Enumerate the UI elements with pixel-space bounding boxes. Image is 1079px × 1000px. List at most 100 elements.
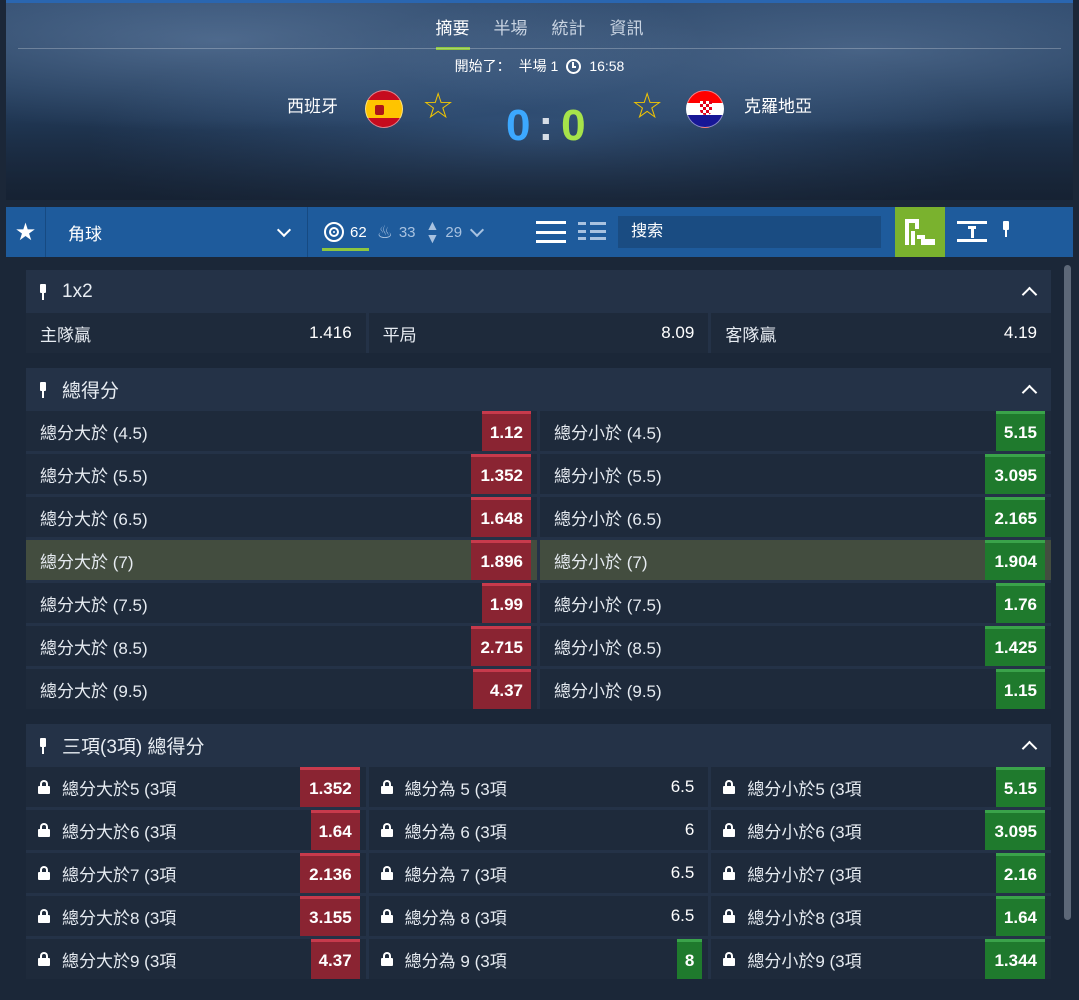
lock-icon (380, 952, 393, 966)
tab-half[interactable]: 半場 (494, 14, 528, 50)
selection-over-locked[interactable]: 總分大於9 (3項 4.37 (26, 939, 366, 979)
clock-icon (566, 58, 582, 74)
market-row: 總分大於 (5.5) 1.352 總分小於 (5.5) 3.095 (26, 454, 1051, 494)
pin-icon[interactable] (1001, 219, 1011, 245)
selection-over-locked[interactable]: 總分大於8 (3項 3.155 (26, 896, 366, 936)
panel-title: 1x2 (62, 280, 93, 302)
selection-label: 總分小於 (8.5) (554, 638, 662, 658)
market-row: 總分大於 (4.5) 1.12 總分小於 (4.5) 5.15 (26, 411, 1051, 451)
spain-flag-icon (365, 90, 403, 128)
lock-icon (723, 909, 736, 923)
odds-value: 1.99 (481, 583, 531, 623)
selection-label: 總分大於 (8.5) (40, 638, 148, 658)
panel-header[interactable]: 1x2 (26, 270, 1051, 313)
odds-value: 6.5 (670, 906, 695, 925)
match-header: 摘要 半場 統計 資訊 開始了： 半場 1 16:58 西班牙 ☆ 0:0 ☆ … (6, 0, 1073, 200)
filter-hot[interactable]: ♨ 33 (377, 207, 416, 257)
away-team-name: 克羅地亞 (744, 97, 812, 116)
selection-over-highlighted[interactable]: 總分大於 (7) 1.896 (26, 540, 537, 580)
lock-icon (380, 866, 393, 880)
selection-under[interactable]: 總分小於 (9.5) 1.15 (540, 669, 1051, 709)
selection-exact-locked[interactable]: 總分為 6 (3項 6 (368, 810, 709, 850)
away-score: 0 (561, 101, 586, 150)
filter-hot-count: 33 (398, 223, 416, 241)
selection-under[interactable]: 總分小於 (6.5) 2.165 (540, 497, 1051, 537)
selection-home-win[interactable]: 主隊贏 1.416 (26, 313, 366, 353)
panel-header[interactable]: 三項(3項) 總得分 (26, 724, 1051, 767)
selection-over[interactable]: 總分大於 (5.5) 1.352 (26, 454, 537, 494)
selection-over[interactable]: 總分大於 (9.5) 4.37 (26, 669, 537, 709)
odds-value: 2.136 (299, 853, 360, 893)
favorites-star-icon[interactable]: ★ (6, 207, 46, 257)
market-row: 總分大於5 (3項 1.352 總分為 5 (3項 6.5 總分小於5 (3項 5.1… (26, 767, 1052, 807)
croatia-flag-icon (686, 90, 724, 128)
status-time: 16:58 (589, 58, 625, 74)
favorite-away-star-icon[interactable]: ☆ (631, 88, 663, 124)
selection-under-locked[interactable]: 總分小於8 (3項 1.64 (711, 896, 1052, 936)
selection-over[interactable]: 總分大於 (6.5) 1.648 (26, 497, 537, 537)
selection-exact-locked[interactable]: 總分為 7 (3項 6.5 (368, 853, 709, 893)
status-period: 半場 1 (518, 58, 559, 74)
selection-over-locked[interactable]: 總分大於7 (3項 2.136 (26, 853, 366, 893)
chevron-up-icon[interactable] (1021, 286, 1038, 303)
selection-exact-locked[interactable]: 總分為 5 (3項 6.5 (368, 767, 709, 807)
selection-exact-locked[interactable]: 總分為 8 (3項 6.5 (368, 896, 709, 936)
list-view-icon[interactable] (536, 221, 567, 243)
chevron-up-icon[interactable] (1021, 384, 1038, 401)
selection-over[interactable]: 總分大於 (4.5) 1.12 (26, 411, 537, 451)
selection-under[interactable]: 總分小於 (8.5) 1.425 (540, 626, 1051, 666)
selection-label: 總分小於 (6.5) (554, 509, 662, 529)
filter-all[interactable]: 62 (322, 207, 369, 257)
panel-header[interactable]: 總得分 (26, 368, 1051, 411)
selection-label: 總分大於 (7.5) (40, 595, 148, 615)
odds-value: 1.904 (985, 540, 1045, 580)
favorite-home-star-icon[interactable]: ☆ (422, 88, 454, 124)
pin-icon[interactable] (38, 282, 48, 302)
market-select[interactable]: 角球 (46, 207, 308, 257)
selection-label: 總分大於 (9.5) (40, 681, 148, 701)
selection-away-win[interactable]: 客隊贏 4.19 (711, 313, 1052, 353)
selection-label: 總分大於7 (3項 (62, 865, 177, 885)
selection-under-locked[interactable]: 總分小於9 (3項 1.344 (711, 939, 1052, 979)
selection-under[interactable]: 總分小於 (5.5) 3.095 (540, 454, 1051, 494)
odds-value: 3.095 (985, 810, 1046, 850)
search-input[interactable] (618, 216, 882, 248)
odds-value: 1.76 (995, 583, 1045, 623)
chevron-up-icon[interactable] (1021, 740, 1038, 757)
score-separator: : (538, 101, 554, 150)
tab-info[interactable]: 資訊 (610, 14, 644, 50)
selection-under-locked[interactable]: 總分小於5 (3項 5.15 (711, 767, 1052, 807)
selection-under-highlighted[interactable]: 總分小於 (7) 1.904 (540, 540, 1051, 580)
panel-title: 三項(3項) 總得分 (62, 737, 205, 758)
collapse-all-icon[interactable] (957, 217, 988, 247)
selection-over[interactable]: 總分大於 (8.5) 2.715 (26, 626, 537, 666)
pin-icon[interactable] (38, 736, 48, 756)
selection-label: 總分為 6 (3項 (404, 822, 507, 842)
filter-more[interactable] (469, 207, 485, 257)
selection-under-locked[interactable]: 總分小於6 (3項 3.095 (711, 810, 1052, 850)
filter-updown[interactable]: ▲ ▼ 29 (426, 207, 463, 257)
market-row: 總分大於 (7.5) 1.99 總分小於 (7.5) 1.76 (26, 583, 1051, 623)
selection-label: 總分大於 (4.5) (40, 423, 148, 443)
scrollbar[interactable] (1064, 265, 1071, 920)
lock-icon (380, 780, 393, 794)
odds-value: 1.64 (995, 896, 1046, 936)
lock-icon (38, 780, 50, 794)
selection-over[interactable]: 總分大於 (7.5) 1.99 (26, 583, 537, 623)
odds-value: 1.344 (985, 939, 1046, 979)
selection-under[interactable]: 總分小於 (4.5) 5.15 (540, 411, 1051, 451)
match-status: 開始了： 半場 1 16:58 (6, 56, 1073, 76)
selection-over-locked[interactable]: 總分大於5 (3項 1.352 (26, 767, 366, 807)
tab-summary[interactable]: 摘要 (435, 14, 470, 50)
selection-under[interactable]: 總分小於 (7.5) 1.76 (540, 583, 1051, 623)
pin-icon[interactable] (38, 380, 48, 400)
odds-value: 1.416 (309, 323, 352, 342)
lock-icon (38, 823, 50, 837)
stadium-view-button[interactable] (895, 207, 946, 257)
selection-exact-locked[interactable]: 總分為 9 (3項 8 (368, 939, 709, 979)
grid-view-icon[interactable] (578, 222, 607, 242)
tab-stats[interactable]: 統計 (552, 14, 586, 50)
selection-over-locked[interactable]: 總分大於6 (3項 1.64 (26, 810, 366, 850)
selection-draw[interactable]: 平局 8.09 (368, 313, 709, 353)
selection-under-locked[interactable]: 總分小於7 (3項 2.16 (711, 853, 1052, 893)
